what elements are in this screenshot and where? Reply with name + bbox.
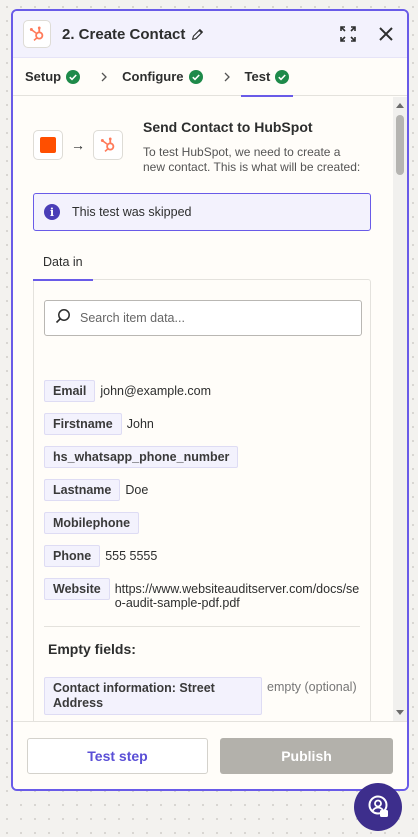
data-in-panel: Email john@example.com Firstname John hs… [33, 279, 371, 721]
zapier-trigger-icon [33, 130, 63, 160]
step-editor-panel: 2. Create Contact Setup Configure Test →… [11, 9, 409, 791]
support-icon [368, 795, 388, 817]
scrollbar[interactable] [393, 97, 407, 721]
field-row: hs_whatsapp_phone_number [44, 446, 360, 468]
empty-fields-heading: Empty fields: [48, 641, 136, 657]
field-key[interactable]: Website [44, 578, 110, 600]
chevron-right-icon [223, 72, 231, 82]
alert-text: This test was skipped [72, 205, 192, 219]
check-circle-icon [275, 69, 290, 84]
tab-setup[interactable]: Setup [25, 58, 81, 96]
field-key[interactable]: Email [44, 380, 96, 402]
divider [44, 626, 360, 627]
tab-test[interactable]: Test [240, 58, 294, 97]
step-title: 2. Create Contact [62, 25, 186, 43]
scroll-down-arrow-icon[interactable] [396, 710, 404, 715]
field-row: Phone 555 5555 [44, 545, 360, 567]
field-value: john@example.com [100, 384, 212, 398]
hubspot-icon [29, 26, 44, 41]
field-value: Doe [125, 483, 149, 497]
data-tabs: Data in [33, 253, 373, 281]
hubspot-icon [93, 130, 123, 160]
field-row: Website https://www.websiteauditserver.c… [44, 578, 360, 610]
info-icon: i [44, 204, 60, 220]
search-icon [55, 308, 71, 329]
field-value: https://www.websiteauditserver.com/docs/… [114, 582, 360, 610]
arrow-right-icon: → [71, 137, 85, 153]
step-summary-description: To test HubSpot, we need to create a new… [143, 145, 361, 174]
check-circle-icon [66, 69, 81, 84]
search-input[interactable] [80, 311, 340, 325]
field-list: Email john@example.com Firstname John hs… [44, 380, 360, 610]
search-box[interactable] [44, 300, 362, 336]
panel-header: 2. Create Contact [13, 11, 407, 58]
pencil-icon[interactable] [191, 28, 204, 41]
step-tabs: Setup Configure Test [13, 58, 407, 97]
tab-label: Test [244, 69, 271, 84]
field-value: John [126, 417, 154, 431]
field-value: empty (optional) [267, 680, 357, 694]
chevron-right-icon [100, 72, 108, 82]
publish-button[interactable]: Publish [220, 737, 393, 774]
step-summary: → Send Contact to HubSpot To test HubSpo… [33, 115, 373, 175]
check-circle-icon [188, 69, 203, 84]
field-value: 555 5555 [105, 549, 158, 563]
empty-field-row: Contact information: Street Address empt… [44, 677, 360, 715]
step-summary-title: Send Contact to HubSpot [143, 119, 313, 135]
field-row: Lastname Doe [44, 479, 360, 501]
field-key[interactable]: hs_whatsapp_phone_number [44, 446, 239, 468]
help-assistant-button[interactable] [354, 783, 402, 831]
test-content-area: → Send Contact to HubSpot To test HubSpo… [13, 97, 407, 721]
tab-configure[interactable]: Configure [122, 58, 203, 96]
scroll-up-arrow-icon[interactable] [396, 103, 404, 108]
field-key[interactable]: Firstname [44, 413, 122, 435]
tab-label: Setup [25, 69, 62, 84]
test-step-button[interactable]: Test step [27, 737, 208, 774]
field-row: Firstname John [44, 413, 360, 435]
expand-icon[interactable] [337, 23, 359, 45]
tab-label: Configure [122, 69, 184, 84]
field-key[interactable]: Mobilephone [44, 512, 140, 534]
panel-footer: Test step Publish [13, 721, 407, 789]
test-skipped-alert: i This test was skipped [33, 193, 371, 231]
field-key[interactable]: Phone [44, 545, 101, 567]
field-row: Mobilephone [44, 512, 360, 534]
scrollbar-thumb[interactable] [396, 115, 404, 175]
close-icon[interactable] [375, 23, 397, 45]
field-row: Email john@example.com [44, 380, 360, 402]
hubspot-app-icon [23, 20, 51, 48]
tab-data-in[interactable]: Data in [33, 255, 93, 281]
field-key[interactable]: Contact information: Street Address [44, 677, 262, 715]
field-key[interactable]: Lastname [44, 479, 121, 501]
